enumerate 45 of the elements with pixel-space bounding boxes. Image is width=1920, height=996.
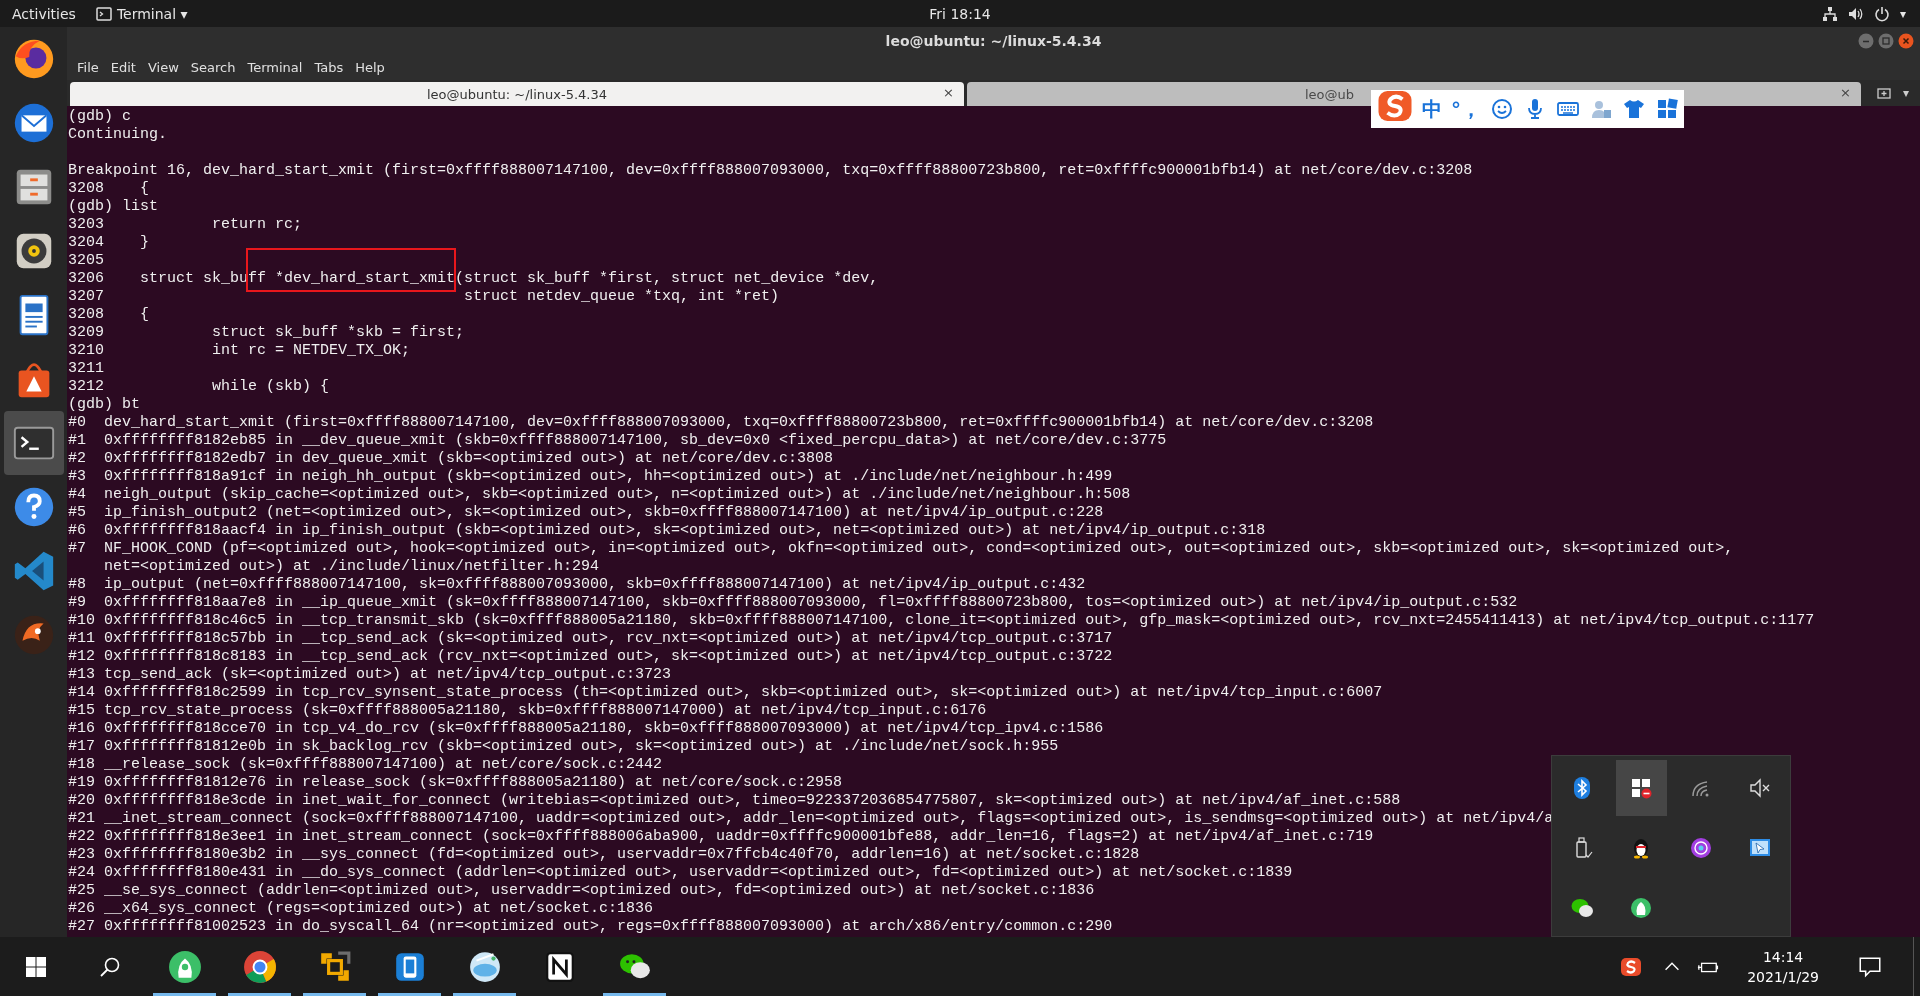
terminal-line: #5 ip_finish_output2 (net=<optimized out>, sk=<optimized out>, skb=0xffff888007147100) at net/ipv4/ip_output.c:228 (68, 504, 1104, 522)
terminal-line: 3203 return rc; (68, 216, 303, 234)
terminal-line: (gdb) bt (68, 396, 140, 414)
terminal-line: #27 0xffffffff81002523 in do_syscall_64 (nr=<optimized out>, regs=0xffff888007093000) at arch/x86/entry/common.c:290 (68, 918, 1113, 936)
terminal-line: #21 __inet_stream_connect (sock=0xffff888007147100, uaddr=<optimized out>, addr_len=<optimized out>, flags=<optimized out>, is_sendmsg=<optimized out>) at net/ipv4/a (68, 810, 1554, 828)
terminal-line: Continuing. (68, 126, 168, 144)
terminal-line: #15 tcp_rcv_state_process (sk=0xffff888005a21180, skb=0xffff888007147000) at net/ipv4/tcp_input.c:6176 (68, 702, 987, 720)
window-title: leo@ubuntu: ~/linux-5.4.34 (885, 33, 1102, 49)
terminal-line: #6 0xffffffff818aacf4 in ip_finish_output (skb=<optimized out>, sk=<optimized out>, net=<optimized out>) at net/ipv4/ip_output.c:318 (68, 522, 1266, 540)
terminal-line: 3205 (68, 252, 104, 270)
terminal-line: 3210 int rc = NETDEV_TX_OK; (68, 342, 411, 360)
terminal-line: #13 tcp_send_ack (sk=<optimized out>) at net/ipv4/tcp_output.c:3723 (68, 666, 672, 684)
terminal-line: #26 __x64_sys_connect (regs=<optimized out>) at net/socket.c:1836 (68, 900, 654, 918)
terminal-line: #25 __se_sys_connect (addrlen=<optimized out>, uservaddr=<optimized out>, fd=<optimized out>) at net/socket.c:1836 (68, 882, 1095, 900)
terminal-line: #8 ip_output (net=0xffff888007147100, sk=0xffff888007093000, skb=0xffff888007147100) at net/ipv4/ip_output.c:432 (68, 576, 1086, 594)
terminal-line: #19 0xffffffff81812e76 in release_sock (sk=0xffff888005a21180) at net/core/sock.c:2958 (68, 774, 843, 792)
terminal-line: #24 0xffffffff8180e431 in __do_sys_connect (addrlen=<optimized out>, uservaddr=<optimized out>, fd=<optimized out>) at net/socket.c:1839 (68, 864, 1293, 882)
terminal-line: #2 0xffffffff8182edb7 in dev_queue_xmit (skb=<optimized out>) at net/core/dev.c:3808 (68, 450, 834, 468)
terminal-line: 3204 } (68, 234, 149, 252)
terminal-line: #14 0xffffffff818c2599 in tcp_rcv_synsent_state_process (th=<optimized out>, skb=<optimized out>, sk=<optimized out>) at net/ipv4/tcp_input.c:6007 (68, 684, 1383, 702)
terminal-line: 3211 (68, 360, 104, 378)
terminal-line: #17 0xffffffff81812e0b in sk_backlog_rcv (skb=<optimized out>, sk=<optimized out>) at ./include/net/sock.h:955 (68, 738, 1059, 756)
terminal-line: 3208 { (68, 180, 149, 198)
terminal-line: #11 0xffffffff818c57bb in __tcp_send_ack (sk=<optimized out>, rcv_nxt=<optimized out>) at net/ipv4/tcp_output.c:3717 (68, 630, 1113, 648)
terminal-line: (gdb) c (68, 108, 131, 126)
terminal-line: #7 NF_HOOK_COND (pf=<optimized out>, hook=<optimized out>, in=<optimized out>, okfn=<optimized out>, cond=<optimized out>, out=<optimized out>, skb=<optimized out>, sk=<optimized out>, (68, 540, 1734, 558)
terminal-line: #10 0xffffffff818c46c5 in __tcp_transmit_skb (sk=0xffff888005a21180, skb=0xffff888007147100, clone_it=<optimized out>, gfp_mask=<optimized out>, rcv_nxt=2455411413) at net/ipv4/tcp_output.c:1177 (68, 612, 1815, 630)
terminal-line: #3 0xffffffff818a91cf in neigh_hh_output (skb=<optimized out>, hh=<optimized out>) at ./include/net/neighbour.h:499 (68, 468, 1113, 486)
terminal-line: net=<optimized out>) at ./include/linux/netfilter.h:294 (103, 558, 600, 576)
terminal-line: #4 neigh_output (skip_cache=<optimized out>, skb=<optimized out>, n=<optimized out>) at ./include/net/neighbour.h:508 (68, 486, 1131, 504)
terminal-line: 3207 struct netdev_queue *txq, int *ret) (68, 288, 780, 306)
terminal-line: (gdb) list (68, 198, 158, 216)
terminal-line: 3212 while (skb) { (68, 378, 330, 396)
terminal-line: #12 0xffffffff818c8183 in __tcp_send_ack (rcv_nxt=<optimized out>, sk=<optimized out>) at net/ipv4/tcp_output.c:3722 (68, 648, 1113, 666)
terminal-line: #0 dev_hard_start_xmit (first=0xffff888007147100, dev=0xffff888007093000, txq=0xffff88800723b800, ret=0xffffc900001bfb14) at net/core/dev.c:3208 (68, 414, 1374, 432)
terminal-line: #16 0xffffffff818cce70 in tcp_v4_do_rcv (sk=0xffff888005a21180, skb=0xffff888007093000) at net/ipv4/tcp_ipv4.c:1586 (68, 720, 1104, 738)
terminal-line: #9 0xffffffff818aa7e8 in __ip_queue_xmit (sk=0xffff888007147100, skb=0xffff888007093000, fl=0xffff88800723b800, tos=<optimized out>) at net/ipv4/ip_output.c:532 (68, 594, 1518, 612)
terminal-line: 3209 struct sk_buff *skb = first; (68, 324, 465, 342)
terminal-line: 3208 { (68, 306, 149, 324)
terminal-line: #1 0xffffffff8182eb85 in __dev_queue_xmit (skb=0xffff888007147100, sb_dev=0x0 <fixed_percpu_data>) at net/core/dev.c:3775 (68, 432, 1167, 450)
terminal-line: #18 __release_sock (sk=0xffff888007147100) at net/core/sock.c:2442 (68, 756, 663, 774)
terminal-line: #20 0xffffffff818e3cde in inet_wait_for_connect (writebias=<optimized out>, timeo=9223372036854775807, sk=<optimized out>) at net/ipv4/af_inet.c:588 (68, 792, 1401, 810)
terminal-line: Breakpoint 16, dev_hard_start_xmit (first=0xffff888007147100, dev=0xffff888007093000, txq=0xffff88800723b800, ret=0xffffc900001bfb14) at net/core/dev.c:3208 (68, 162, 1473, 180)
terminal-line: #22 0xffffffff818e3ee1 in inet_stream_connect (sock=0xffff888006aba900, uaddr=0xffffc900001bfe88, addr_len=16, flags=2) at net/ipv4/af_inet.c:719 (68, 828, 1374, 846)
terminal-line: #23 0xffffffff8180e3b2 in __sys_connect (fd=<optimized out>, uservaddr=0x7ffcb4c40f70, addrlen=16) at net/socket.c:1828 (68, 846, 1140, 864)
